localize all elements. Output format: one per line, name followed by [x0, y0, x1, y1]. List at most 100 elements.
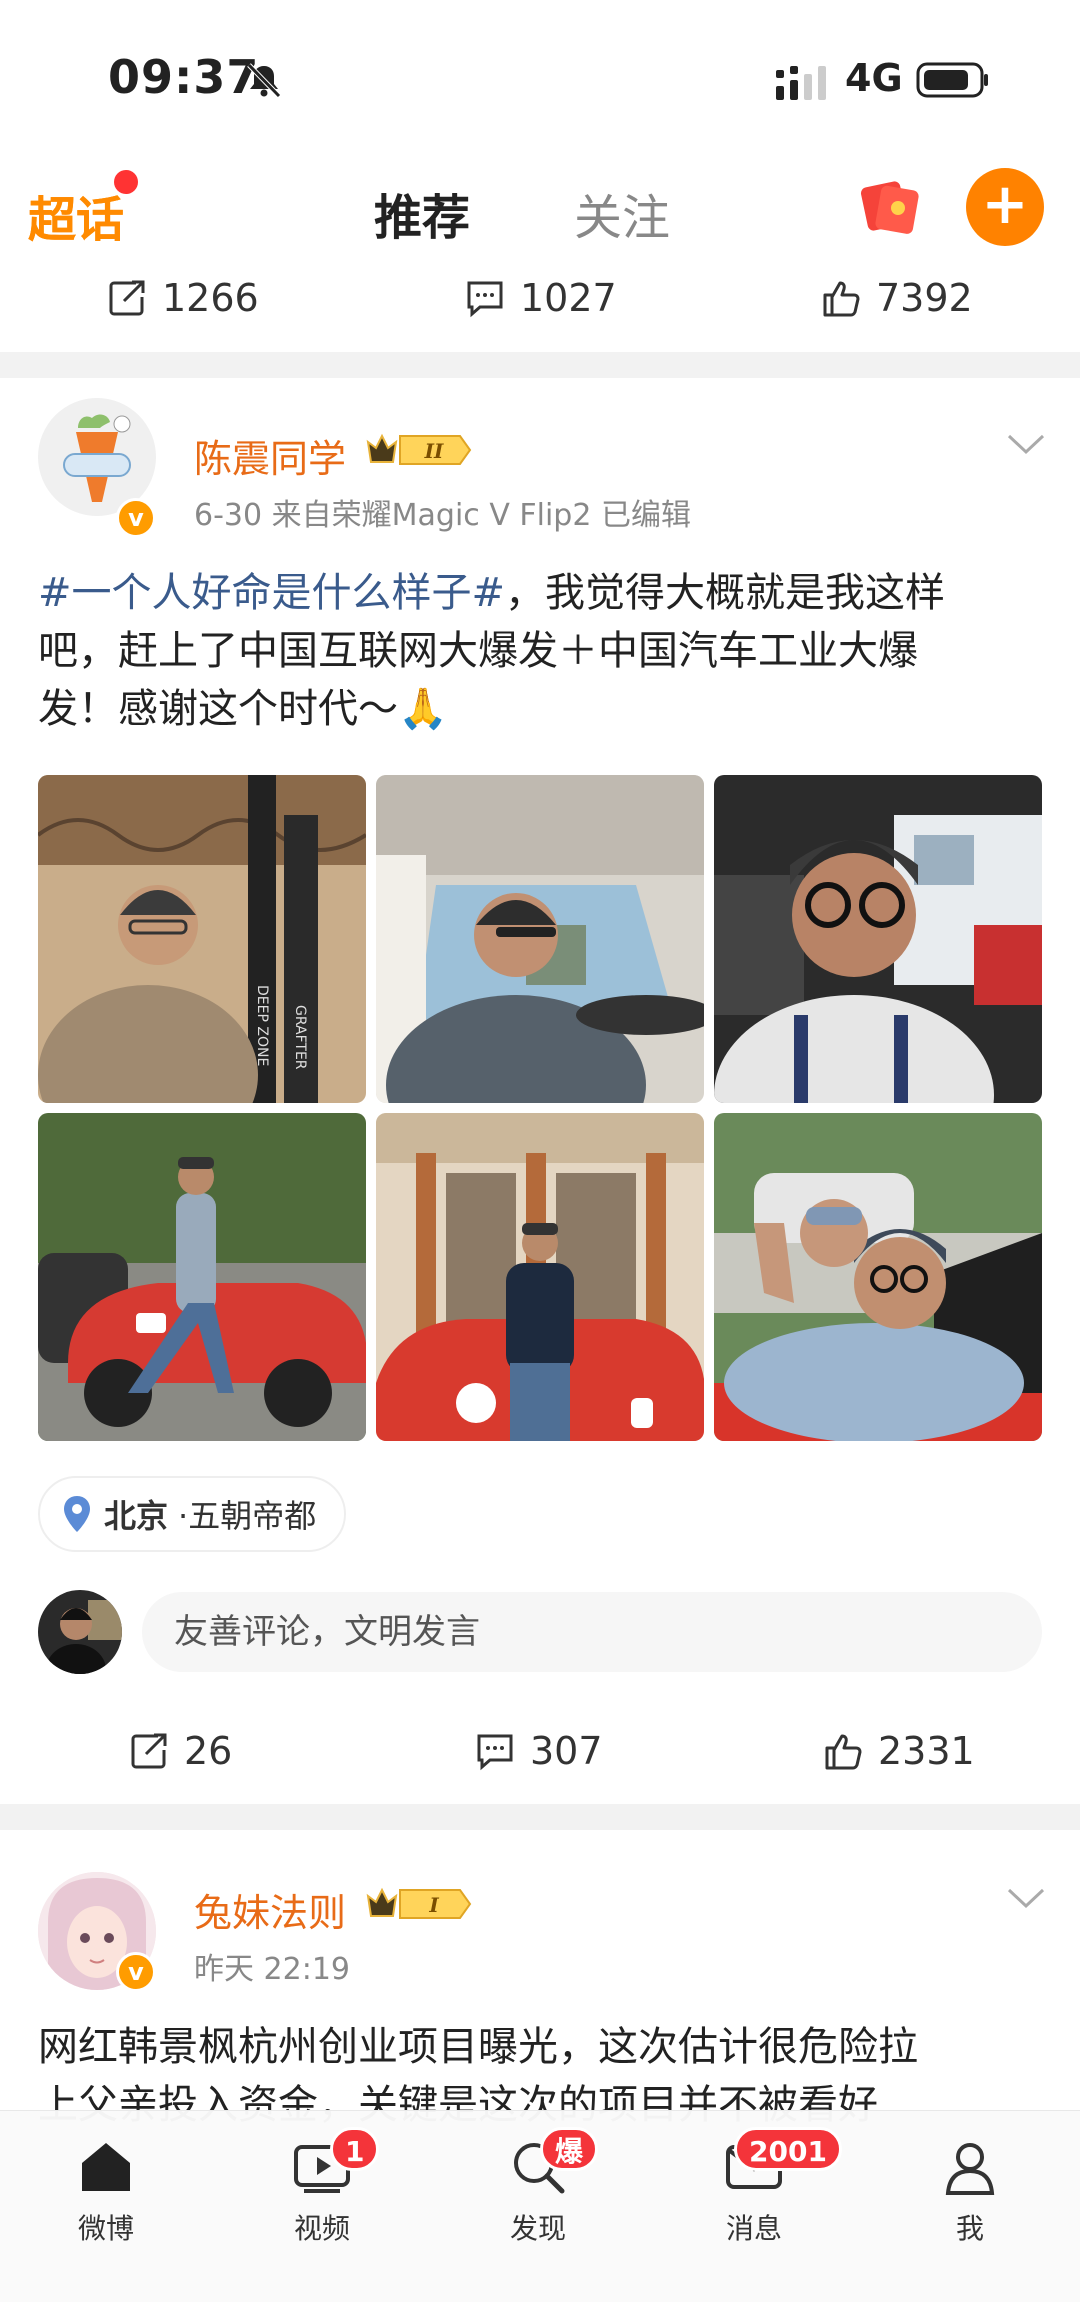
post1-like-button[interactable]: 2331: [822, 1716, 975, 1786]
my-avatar-image: [38, 1590, 122, 1674]
mute-bell-icon: [247, 63, 281, 98]
photo-5[interactable]: [376, 1113, 704, 1441]
bottom-tab-bar: 微博 视频 1 发现 爆 消息 2001 我: [0, 2110, 1080, 2302]
post1-line-3: 发！感谢这个时代～🙏: [38, 686, 448, 732]
post1-like-count: 2331: [878, 1729, 975, 1773]
location-detail: ·五朝帝都: [178, 1497, 317, 1535]
post2-username[interactable]: 兔妹法则: [194, 1882, 346, 1937]
photo-text-deep-zone: DEEP ZONE: [254, 985, 270, 1066]
battery-icon: [916, 62, 988, 98]
messages-badge: 2001: [734, 2127, 842, 2171]
tab-weibo[interactable]: 微博: [46, 2135, 166, 2247]
post1-edited: 已编辑: [600, 498, 691, 533]
post1-line1-rest: ，我觉得大概就是我这样: [505, 570, 946, 616]
top-navigation: 超话 推荐 关注 +: [0, 150, 1080, 265]
post1-text: #一个人好命是什么样子#，我觉得大概就是我这样 吧，赶上了中国互联网大爆发＋中国…: [38, 564, 1048, 738]
post1-source: 来自荣耀Magic V Flip2: [271, 498, 592, 533]
photo-5-image: [376, 1113, 704, 1441]
network-type: 4G: [845, 56, 903, 100]
feed-divider: [0, 352, 1080, 378]
like-count: 7392: [876, 276, 973, 320]
feed-divider: [0, 1804, 1080, 1830]
photo-3[interactable]: [714, 775, 1042, 1103]
chevron-down-icon[interactable]: [1006, 1886, 1046, 1910]
home-icon: [82, 2143, 130, 2191]
location-tag[interactable]: 北京 ·五朝帝都: [38, 1476, 347, 1552]
post2-time: 昨天 22:19: [194, 1952, 350, 1987]
repost-button[interactable]: 1266: [106, 263, 259, 333]
tab-discover-label: 发现: [509, 2212, 566, 2245]
post1-date: 6-30: [194, 498, 263, 533]
level-crown-icon: II: [366, 433, 472, 465]
post1-meta: 6-30 来自荣耀Magic V Flip2 已编辑: [194, 490, 691, 534]
tab-messages-label: 消息: [725, 2212, 782, 2245]
photo-1-image: DEEP ZONE GRAFTER: [38, 775, 366, 1103]
video-badge: 1: [330, 2127, 380, 2171]
verified-badge-icon: v: [116, 1952, 156, 1992]
verified-badge-icon: v: [116, 498, 156, 538]
repost-count: 1266: [162, 276, 259, 320]
post1-repost-button[interactable]: 26: [128, 1716, 232, 1786]
comment-row: 友善评论，文明发言: [38, 1590, 1042, 1674]
status-time: 09:37: [108, 50, 260, 104]
level-badge-text: II: [424, 439, 444, 463]
post2-line-1: 网红韩景枫杭州创业项目曝光，这次估计很危险拉: [38, 2024, 918, 2070]
status-bar: 09:37 4G: [0, 0, 1080, 150]
post1-username[interactable]: 陈震同学: [194, 428, 346, 483]
tab-following-label: 关注: [574, 190, 671, 246]
comment-icon: [467, 281, 503, 318]
prev-post-action-bar: 1266 1027 7392: [0, 263, 1080, 333]
post1-photo-grid: DEEP ZONE GRAFTER: [38, 775, 1042, 1441]
level-badge-text: I: [428, 1893, 439, 1917]
tab-recommend-label: 推荐: [374, 190, 471, 246]
tab-messages[interactable]: 消息 2001: [694, 2127, 842, 2247]
repost-icon: [109, 280, 145, 316]
level-crown-icon: I: [366, 1887, 472, 1919]
comment-button[interactable]: 1027: [464, 263, 617, 333]
photo-6[interactable]: [714, 1113, 1042, 1441]
like-button[interactable]: 7392: [820, 263, 973, 333]
signal-icon: [776, 66, 826, 100]
post1-comment-count: 307: [530, 1729, 603, 1773]
post1-line-1: #一个人好命是什么样子#，我觉得大概就是我这样: [38, 564, 1048, 622]
topic-link[interactable]: #一个人好命是什么样子#: [38, 570, 505, 616]
photo-1[interactable]: DEEP ZONE GRAFTER: [38, 775, 366, 1103]
discover-badge: 爆: [540, 2127, 599, 2171]
post1-comment-button[interactable]: 307: [474, 1716, 603, 1786]
tab-me-label: 我: [955, 2212, 984, 2245]
tab-video[interactable]: 视频 1: [262, 2127, 382, 2247]
thumbs-up-icon: [823, 281, 860, 317]
thumbs-up-icon: [825, 1734, 862, 1770]
super-topic-button[interactable]: 超话: [28, 170, 139, 250]
weibo-feed-screen: 09:37 4G 超话 推荐 关注 + 1266 1027 7392 v 陈震同…: [0, 0, 1080, 2302]
notification-dot: [114, 170, 139, 194]
comment-icon: [477, 1734, 513, 1771]
photo-6-image: [714, 1113, 1042, 1441]
photo-2[interactable]: [376, 775, 704, 1103]
tab-discover[interactable]: 发现 爆: [478, 2127, 599, 2247]
photo-4-image: [38, 1113, 366, 1441]
post1-action-bar: 26 307 2331: [0, 1716, 1080, 1786]
tab-weibo-label: 微博: [77, 2212, 134, 2245]
profile-icon: [945, 2143, 995, 2195]
photo-2-image: [376, 775, 704, 1103]
super-topic-label: 超话: [28, 192, 125, 248]
repost-icon: [131, 1733, 167, 1769]
post1-line-2: 吧，赶上了中国互联网大爆发＋中国汽车工业大爆: [38, 628, 918, 674]
location-pin-icon: [64, 1496, 90, 1532]
location-city: 北京: [104, 1497, 169, 1535]
tab-following[interactable]: 关注: [574, 178, 670, 248]
my-avatar[interactable]: [38, 1590, 122, 1674]
red-packet-icon[interactable]: [858, 174, 922, 238]
tab-recommend[interactable]: 推荐: [374, 178, 476, 252]
photo-4[interactable]: [38, 1113, 366, 1441]
compose-plus-button[interactable]: +: [966, 168, 1044, 246]
photo-text-grafter: GRAFTER: [292, 1005, 308, 1070]
chevron-down-icon[interactable]: [1006, 432, 1046, 456]
tab-me[interactable]: 我: [910, 2135, 1030, 2247]
post1-repost-count: 26: [184, 1729, 233, 1773]
tab-video-label: 视频: [293, 2212, 350, 2245]
photo-3-image: [714, 775, 1042, 1103]
comment-input[interactable]: 友善评论，文明发言: [142, 1592, 1042, 1672]
comment-count: 1027: [520, 276, 617, 320]
